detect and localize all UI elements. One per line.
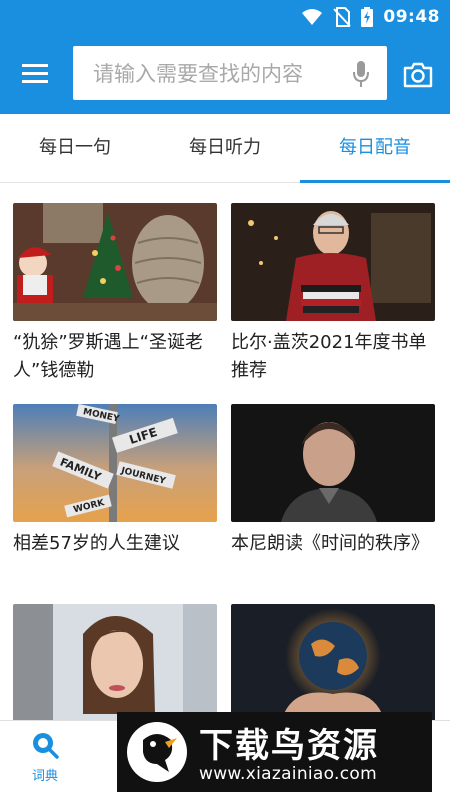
tab-daily-dubbing[interactable]: 每日配音: [300, 114, 450, 183]
status-bar: 09:48: [0, 0, 450, 36]
signpost-life-family-journey-photo: MONEY LIFE FAMILY JOURNEY WORK: [13, 404, 217, 522]
content-grid: “犰狳”罗斯遇上“圣诞老人”钱德勒 比尔·盖茨2021年度书单推荐 MONEY …: [0, 183, 450, 720]
card-title: 本尼朗读《时间的秩序》: [231, 533, 429, 554]
search-box[interactable]: [73, 46, 387, 102]
card-title: 相差57岁的人生建议: [13, 533, 180, 554]
search-icon: [33, 733, 59, 759]
card-title: “犰狳”罗斯遇上“圣诞老人”钱德勒: [13, 332, 203, 381]
wifi-icon: [302, 9, 323, 25]
microphone-icon[interactable]: [351, 59, 371, 89]
bird-logo-icon: [127, 722, 187, 782]
tab-daily-listening[interactable]: 每日听力: [150, 114, 300, 182]
hamburger-menu-icon[interactable]: [22, 62, 50, 86]
nav-item-dictionary[interactable]: 词典: [20, 731, 70, 784]
christmas-armadillo-santa-photo: [13, 203, 217, 321]
watermark-url: www.xiazainiao.com: [199, 764, 377, 784]
content-card[interactable]: “犰狳”罗斯遇上“圣诞老人”钱德勒: [13, 203, 217, 385]
watermark-title: 下载鸟资源: [199, 726, 379, 766]
hands-holding-glowing-earth-photo: [231, 604, 435, 720]
content-card[interactable]: 本尼朗读《时间的秩序》: [231, 404, 435, 558]
content-card[interactable]: MONEY LIFE FAMILY JOURNEY WORK 相差57岁的人生建…: [13, 404, 217, 558]
nav-label: 词典: [31, 769, 58, 784]
app-bar: [0, 36, 450, 114]
no-sim-icon: [333, 7, 352, 27]
battery-charging-icon: [361, 7, 374, 27]
bill-gates-holding-books-photo: [231, 203, 435, 321]
tab-bar: 每日一句 每日听力 每日配音: [0, 114, 450, 183]
search-input[interactable]: [91, 46, 345, 102]
tab-daily-sentence[interactable]: 每日一句: [0, 114, 150, 182]
content-card[interactable]: [13, 604, 217, 720]
content-card[interactable]: 比尔·盖茨2021年度书单推荐: [231, 203, 435, 385]
benedict-portrait-photo: [231, 404, 435, 522]
status-time: 09:48: [383, 7, 440, 27]
woman-portrait-photo: [13, 604, 217, 720]
watermark-banner: 下载鸟资源 www.xiazainiao.com: [117, 712, 432, 792]
card-title: 比尔·盖茨2021年度书单推荐: [231, 332, 427, 381]
camera-icon[interactable]: [402, 60, 434, 90]
content-card[interactable]: [231, 604, 435, 720]
